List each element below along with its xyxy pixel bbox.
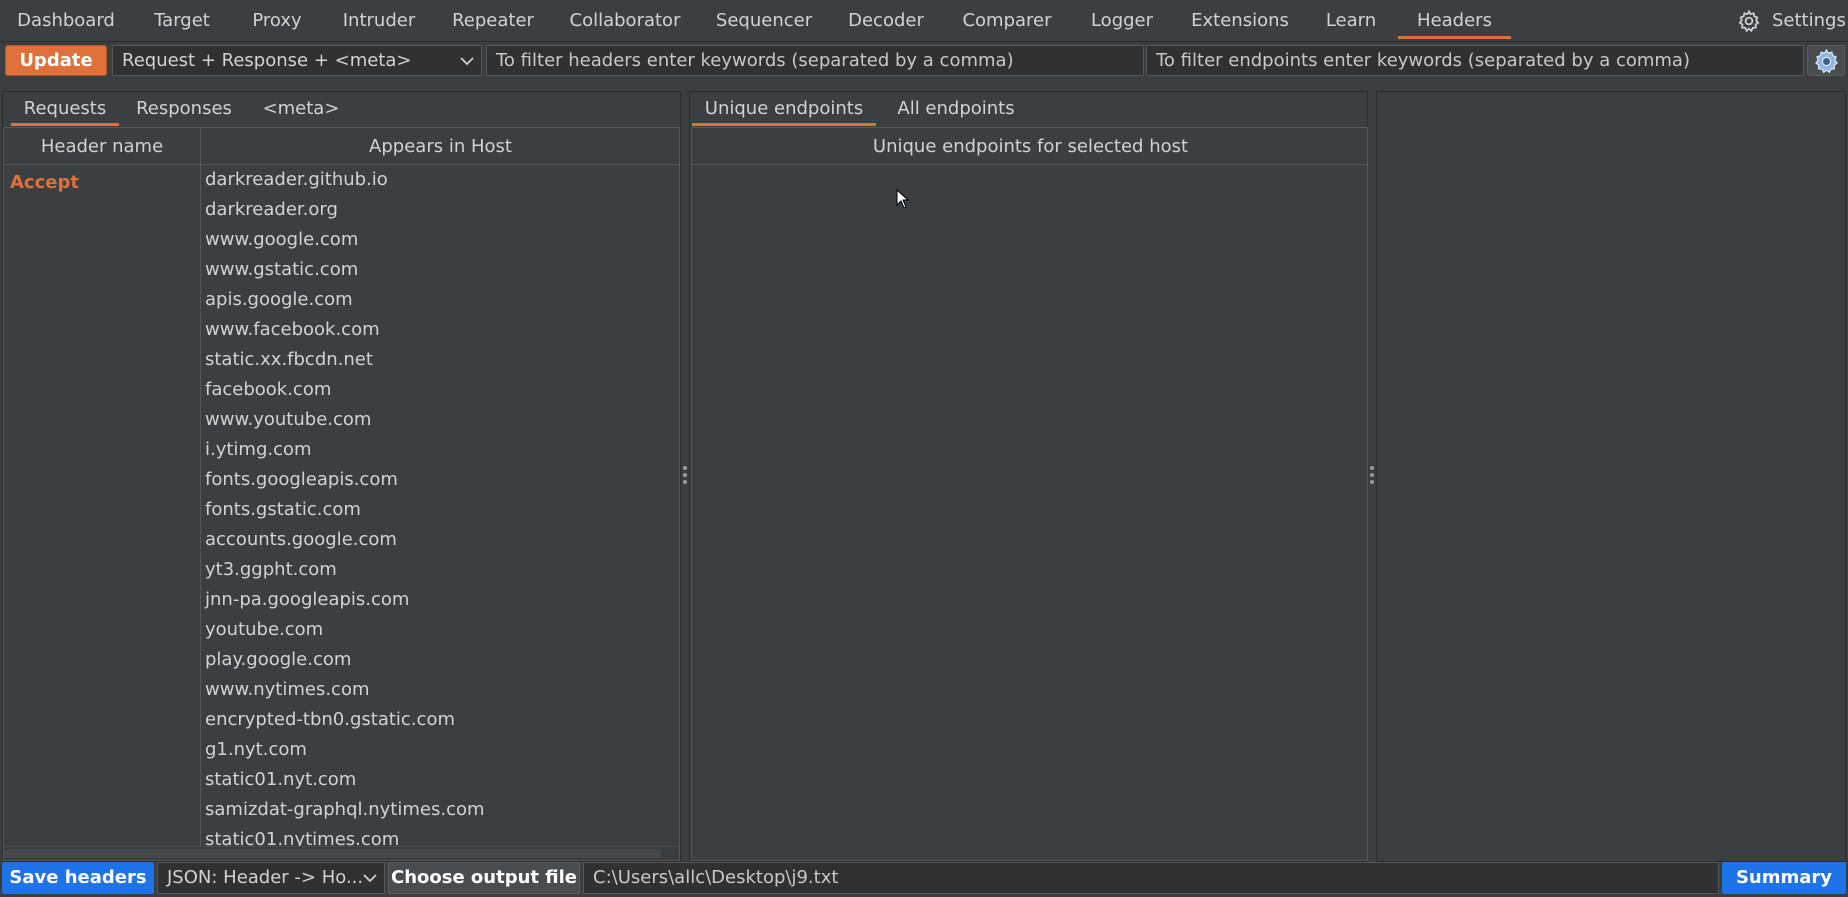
tab-target[interactable]: Target <box>145 0 219 42</box>
host-list-item[interactable]: facebook.com <box>205 375 679 405</box>
scrollbar-thumb[interactable] <box>4 849 661 858</box>
drag-handle-icon <box>683 466 687 487</box>
headers-filter-input[interactable]: To filter headers enter keywords (separa… <box>486 45 1144 76</box>
host-list-item[interactable]: jnn-pa.googleapis.com <box>205 585 679 615</box>
host-list-item[interactable]: www.youtube.com <box>205 405 679 435</box>
tab-headers[interactable]: Headers <box>1398 0 1511 42</box>
output-format-select[interactable]: JSON: Header -> Ho... <box>157 862 385 894</box>
endpoints-table: Unique endpoints for selected host <box>691 127 1368 861</box>
endpoints-panel: Unique endpoints All endpoints Unique en… <box>689 91 1368 862</box>
host-list-item[interactable]: g1.nyt.com <box>205 735 679 765</box>
host-list-item[interactable]: apis.google.com <box>205 285 679 315</box>
tab-decoder[interactable]: Decoder <box>843 0 929 42</box>
host-list-item[interactable]: fonts.googleapis.com <box>205 465 679 495</box>
chevron-down-icon <box>460 57 474 66</box>
gear-icon <box>1738 9 1760 33</box>
settings-button[interactable]: Settings <box>1730 0 1848 42</box>
summary-button[interactable]: Summary <box>1722 862 1846 894</box>
host-list-item[interactable]: darkreader.github.io <box>205 165 679 195</box>
column-unique-endpoints[interactable]: Unique endpoints for selected host <box>692 128 1367 165</box>
host-list-item[interactable]: youtube.com <box>205 615 679 645</box>
tab-requests[interactable]: Requests <box>11 92 119 126</box>
save-headers-button[interactable]: Save headers <box>2 862 154 894</box>
choose-output-file-button[interactable]: Choose output file <box>388 862 580 894</box>
host-list-item[interactable]: www.google.com <box>205 225 679 255</box>
headers-panel: Requests Responses <meta> Header name Ap… <box>2 91 681 862</box>
bottom-bar: Save headers JSON: Header -> Ho... Choos… <box>0 862 1848 897</box>
config-button[interactable] <box>1807 45 1845 76</box>
tab-dashboard[interactable]: Dashboard <box>10 0 122 42</box>
mouse-cursor-icon <box>896 189 910 209</box>
gear-icon <box>1815 48 1838 74</box>
host-list-item[interactable]: www.gstatic.com <box>205 255 679 285</box>
top-menu-bar: Dashboard Target Proxy Intruder Repeater… <box>0 0 1848 42</box>
tab-sequencer[interactable]: Sequencer <box>713 0 815 42</box>
tab-extensions[interactable]: Extensions <box>1187 0 1293 42</box>
column-header-name[interactable]: Header name <box>4 128 200 165</box>
details-panel <box>1376 91 1846 862</box>
host-list-item[interactable]: www.facebook.com <box>205 315 679 345</box>
tab-all-endpoints[interactable]: All endpoints <box>888 92 1024 126</box>
host-list-item[interactable]: i.ytimg.com <box>205 435 679 465</box>
endpoints-filter-input[interactable]: To filter endpoints enter keywords (sepa… <box>1146 45 1804 76</box>
tab-intruder[interactable]: Intruder <box>336 0 422 42</box>
host-list-item[interactable]: play.google.com <box>205 645 679 675</box>
tab-meta[interactable]: <meta> <box>261 92 341 126</box>
tab-learn[interactable]: Learn <box>1321 0 1381 42</box>
mode-select[interactable]: Request + Response + <meta> <box>112 45 482 76</box>
column-divider <box>200 128 201 860</box>
header-name-cell[interactable]: Accept <box>10 172 79 193</box>
toolbar: Update Request + Response + <meta> To fi… <box>0 42 1848 80</box>
chevron-down-icon <box>363 874 377 883</box>
mode-select-value: Request + Response + <meta> <box>122 50 412 71</box>
host-list: darkreader.github.io darkreader.org www.go… <box>205 165 679 855</box>
settings-label: Settings <box>1772 10 1846 31</box>
tab-proxy[interactable]: Proxy <box>245 0 309 42</box>
host-list-item[interactable]: encrypted-tbn0.gstatic.com <box>205 705 679 735</box>
splitter-left[interactable] <box>681 91 689 862</box>
host-list-item[interactable]: www.nytimes.com <box>205 675 679 705</box>
drag-handle-icon <box>1370 466 1374 487</box>
host-list-item[interactable]: static.xx.fbcdn.net <box>205 345 679 375</box>
host-list-item[interactable]: fonts.gstatic.com <box>205 495 679 525</box>
tab-unique-endpoints[interactable]: Unique endpoints <box>692 92 876 126</box>
headers-table: Header name Appears in Host Accept darkr… <box>3 127 680 861</box>
splitter-right[interactable] <box>1368 91 1376 862</box>
tab-collaborator[interactable]: Collaborator <box>565 0 685 42</box>
tab-comparer[interactable]: Comparer <box>957 0 1057 42</box>
host-list-item[interactable]: darkreader.org <box>205 195 679 225</box>
host-list-item[interactable]: accounts.google.com <box>205 525 679 555</box>
horizontal-scrollbar[interactable] <box>4 846 679 860</box>
host-list-item[interactable]: static01.nyt.com <box>205 765 679 795</box>
output-path-field[interactable]: C:\Users\allc\Desktop\j9.txt <box>583 862 1719 894</box>
output-format-value: JSON: Header -> Ho... <box>167 867 364 888</box>
tab-logger[interactable]: Logger <box>1085 0 1159 42</box>
tab-responses[interactable]: Responses <box>129 92 239 126</box>
host-list-item[interactable]: samizdat-graphql.nytimes.com <box>205 795 679 825</box>
host-list-item[interactable]: yt3.ggpht.com <box>205 555 679 585</box>
column-appears-in-host[interactable]: Appears in Host <box>200 128 679 165</box>
tab-repeater[interactable]: Repeater <box>449 0 537 42</box>
update-button[interactable]: Update <box>5 45 107 76</box>
